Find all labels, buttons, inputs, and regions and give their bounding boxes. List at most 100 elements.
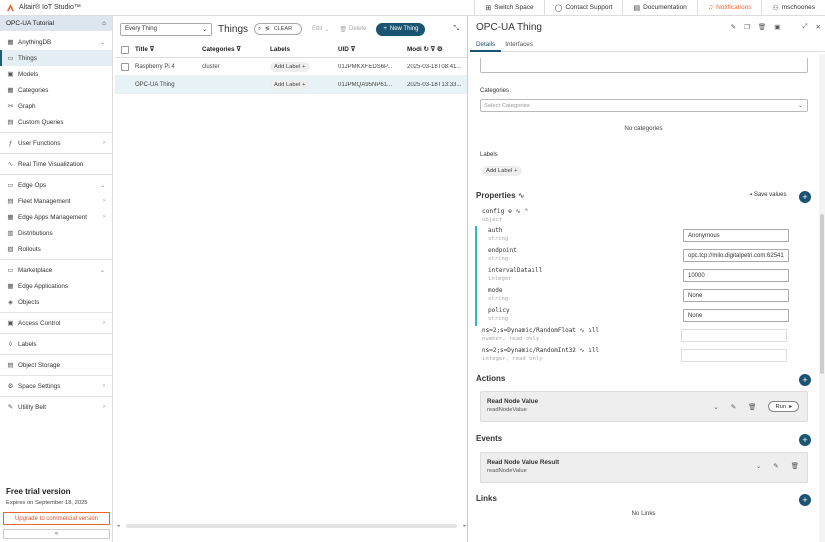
scroll-left-icon[interactable]: ◂ bbox=[117, 523, 120, 529]
clear-button[interactable]: CLEAR bbox=[274, 26, 292, 32]
chart-icon[interactable]: ıll bbox=[588, 347, 599, 354]
sidebar-item-rollouts[interactable]: ▧ Rollouts bbox=[0, 241, 112, 257]
sidebar-item-real-time-visualization[interactable]: ∿ Real Time Visualization bbox=[0, 156, 112, 172]
sidebar-item-labels[interactable]: ◊ Labels bbox=[0, 336, 112, 352]
sidebar-item-categories[interactable]: ▦ Categories bbox=[0, 82, 112, 98]
prop-policy-input[interactable]: None bbox=[683, 309, 789, 322]
col-title[interactable]: Title ⊽ bbox=[135, 46, 202, 53]
delete-button[interactable]: 🗑 Delete bbox=[339, 26, 366, 33]
chart-icon[interactable]: ıll bbox=[588, 327, 599, 334]
filter-icon[interactable]: ⊽ bbox=[430, 46, 435, 53]
edit-button[interactable]: Edit ⌄ bbox=[312, 26, 329, 33]
chevron-up-icon[interactable]: ⌃ bbox=[524, 208, 528, 215]
documentation-button[interactable]: ▤ Documentation bbox=[622, 0, 696, 16]
sidebar-item-graph[interactable]: ⚯ Graph bbox=[0, 98, 112, 114]
edit-icon[interactable]: ✎ bbox=[731, 403, 736, 411]
user-menu[interactable]: ⚇ mschoones bbox=[761, 0, 825, 16]
space-header[interactable]: OPC-UA Tutorial ⌂ bbox=[0, 16, 112, 31]
add-property-button[interactable]: + bbox=[799, 191, 811, 203]
chevron-down-icon[interactable]: ⌄ bbox=[756, 462, 761, 470]
new-thing-button[interactable]: + New Thing bbox=[376, 22, 426, 36]
pulse-icon[interactable]: ∿ bbox=[580, 327, 585, 334]
close-icon[interactable]: ✕ bbox=[816, 23, 821, 31]
scroll-track[interactable] bbox=[125, 524, 458, 528]
col-labels[interactable]: Labels bbox=[270, 46, 338, 53]
edit-icon[interactable]: ✎ bbox=[731, 23, 736, 31]
trash-icon[interactable]: 🗑 bbox=[791, 462, 799, 470]
prop-endpoint-input[interactable]: opc.tcp://milo.digitalpetri.com:62541 bbox=[683, 249, 789, 262]
detail-scrollbar[interactable] bbox=[819, 54, 825, 542]
pulse-icon[interactable]: ∿ bbox=[518, 191, 525, 200]
scroll-thumb[interactable] bbox=[820, 214, 824, 374]
sidebar-item-anythingdb[interactable]: ▦ AnythingDB ⌄ bbox=[0, 34, 112, 50]
trash-icon[interactable]: 🗑 bbox=[758, 23, 766, 31]
refresh-icon[interactable]: ↻ bbox=[423, 46, 428, 53]
sidebar-item-custom-queries[interactable]: ▤ Custom Queries bbox=[0, 114, 112, 130]
copy-icon[interactable]: ❐ bbox=[744, 23, 750, 31]
sidebar-item-fleet-management[interactable]: ▤ Fleet Management › bbox=[0, 193, 112, 209]
sidebar-item-distributions[interactable]: ▥ Distributions bbox=[0, 225, 112, 241]
filter-icon[interactable]: ⊽ bbox=[236, 46, 241, 53]
tab-details[interactable]: Details bbox=[469, 38, 502, 52]
upgrade-button[interactable]: Upgrade to commercial version bbox=[3, 512, 110, 525]
edit-icon[interactable]: ✎ bbox=[773, 462, 778, 470]
scroll-right-icon[interactable]: ▸ bbox=[463, 523, 466, 529]
gear-icon[interactable]: ⚙ bbox=[437, 46, 443, 53]
description-textarea[interactable] bbox=[480, 58, 808, 73]
col-categories[interactable]: Categories ⊽ bbox=[202, 46, 270, 53]
pulse-icon[interactable]: ∿ bbox=[516, 208, 521, 215]
table-row[interactable]: OPC-UA Thing Add Label + 01JPMQA95NP61...… bbox=[115, 76, 467, 94]
trash-icon[interactable]: 🗑 bbox=[748, 403, 756, 411]
add-label-button[interactable]: Add Label + bbox=[270, 79, 310, 90]
sidebar-item-space-settings[interactable]: ⚙ Space Settings › bbox=[0, 378, 112, 394]
add-event-button[interactable]: + bbox=[799, 434, 811, 446]
col-uid[interactable]: UID ⊽ bbox=[338, 46, 407, 53]
run-action-button[interactable]: Run ▸ bbox=[768, 401, 799, 412]
sidebar-item-edge-apps-management[interactable]: ▦ Edge Apps Management › bbox=[0, 209, 112, 225]
filter-icon[interactable]: ⊽ bbox=[351, 46, 356, 53]
row-checkbox[interactable] bbox=[121, 62, 129, 71]
add-link-button[interactable]: + bbox=[799, 494, 811, 506]
sidebar-item-models[interactable]: ▣ Models bbox=[0, 66, 112, 82]
prop-auth-input[interactable]: Anonymous bbox=[683, 229, 789, 242]
save-icon[interactable]: ▣ bbox=[774, 23, 780, 31]
sidebar-item-object-storage[interactable]: ▤ Object Storage bbox=[0, 357, 112, 373]
sidebar-item-user-functions[interactable]: ƒ User Functions › bbox=[0, 135, 112, 151]
notifications-button[interactable]: ♫ Notifications bbox=[696, 0, 762, 16]
sidebar-item-utility-belt[interactable]: ✎ Utility Belt › bbox=[0, 399, 112, 415]
chevron-down-icon[interactable]: ⌄ bbox=[713, 403, 718, 411]
switch-space-button[interactable]: ⊞ Switch Space bbox=[474, 0, 543, 16]
table-row[interactable]: Raspberry Pi 4 cluster Add Label + 01JPMK… bbox=[115, 58, 467, 76]
contact-support-button[interactable]: ◯ Contact Support bbox=[543, 0, 623, 16]
brand[interactable]: Altair® IoT Studio™ bbox=[6, 3, 81, 12]
horizontal-scrollbar[interactable]: ◂ ▸ bbox=[115, 523, 468, 529]
chart-icon[interactable]: ıll bbox=[531, 267, 542, 274]
sidebar-item-edge-applications[interactable]: ▦ Edge Applications bbox=[0, 278, 112, 294]
sidebar-item-objects[interactable]: ◈ Objects bbox=[0, 294, 112, 310]
sidebar-item-access-control[interactable]: ▣ Access Control › bbox=[0, 315, 112, 331]
expand-icon[interactable]: ⤢ bbox=[802, 23, 807, 31]
add-label-button[interactable]: Add Label + bbox=[482, 166, 522, 176]
save-values-button[interactable]: ▪ Save values bbox=[750, 192, 787, 198]
sidebar-item-edge-ops[interactable]: ▭ Edge Ops ⌄ bbox=[0, 177, 112, 193]
thing-filter-select[interactable]: Every Thing ⌄ bbox=[120, 22, 212, 36]
add-circle-icon[interactable]: ⊕ bbox=[508, 208, 512, 215]
sidebar-item-things[interactable]: ▭ Things bbox=[0, 50, 112, 66]
tab-interfaces[interactable]: Interfaces bbox=[505, 38, 533, 51]
collapse-sidebar-button[interactable]: « bbox=[3, 529, 110, 539]
select-all-checkbox[interactable] bbox=[121, 45, 129, 54]
prop-mode-input[interactable]: None bbox=[683, 289, 789, 302]
col-modified[interactable]: Modi ↻ ⊽ ⚙ bbox=[407, 46, 462, 53]
add-action-button[interactable]: + bbox=[799, 374, 811, 386]
prop-interval-input[interactable]: 10000 bbox=[683, 269, 789, 282]
collapse-icon[interactable]: ⤡ bbox=[453, 25, 459, 33]
pulse-icon[interactable]: ∿ bbox=[580, 347, 585, 354]
search-input[interactable]: ⌕ ≶ CLEAR bbox=[254, 23, 303, 35]
action-card[interactable]: Read Node Value readNodeValue ⌄ ✎ 🗑 Run ▸ bbox=[480, 391, 808, 422]
home-icon[interactable]: ⌂ bbox=[102, 20, 106, 27]
sidebar-item-marketplace[interactable]: ▭ Marketplace ⌄ bbox=[0, 262, 112, 278]
event-card[interactable]: Read Node Value Result readNodeValue ⌄ ✎… bbox=[480, 452, 808, 483]
categories-select[interactable]: Select Categories ⌄ bbox=[480, 99, 808, 112]
add-label-button[interactable]: Add Label + bbox=[270, 61, 310, 72]
filter-icon[interactable]: ⊽ bbox=[150, 46, 155, 53]
